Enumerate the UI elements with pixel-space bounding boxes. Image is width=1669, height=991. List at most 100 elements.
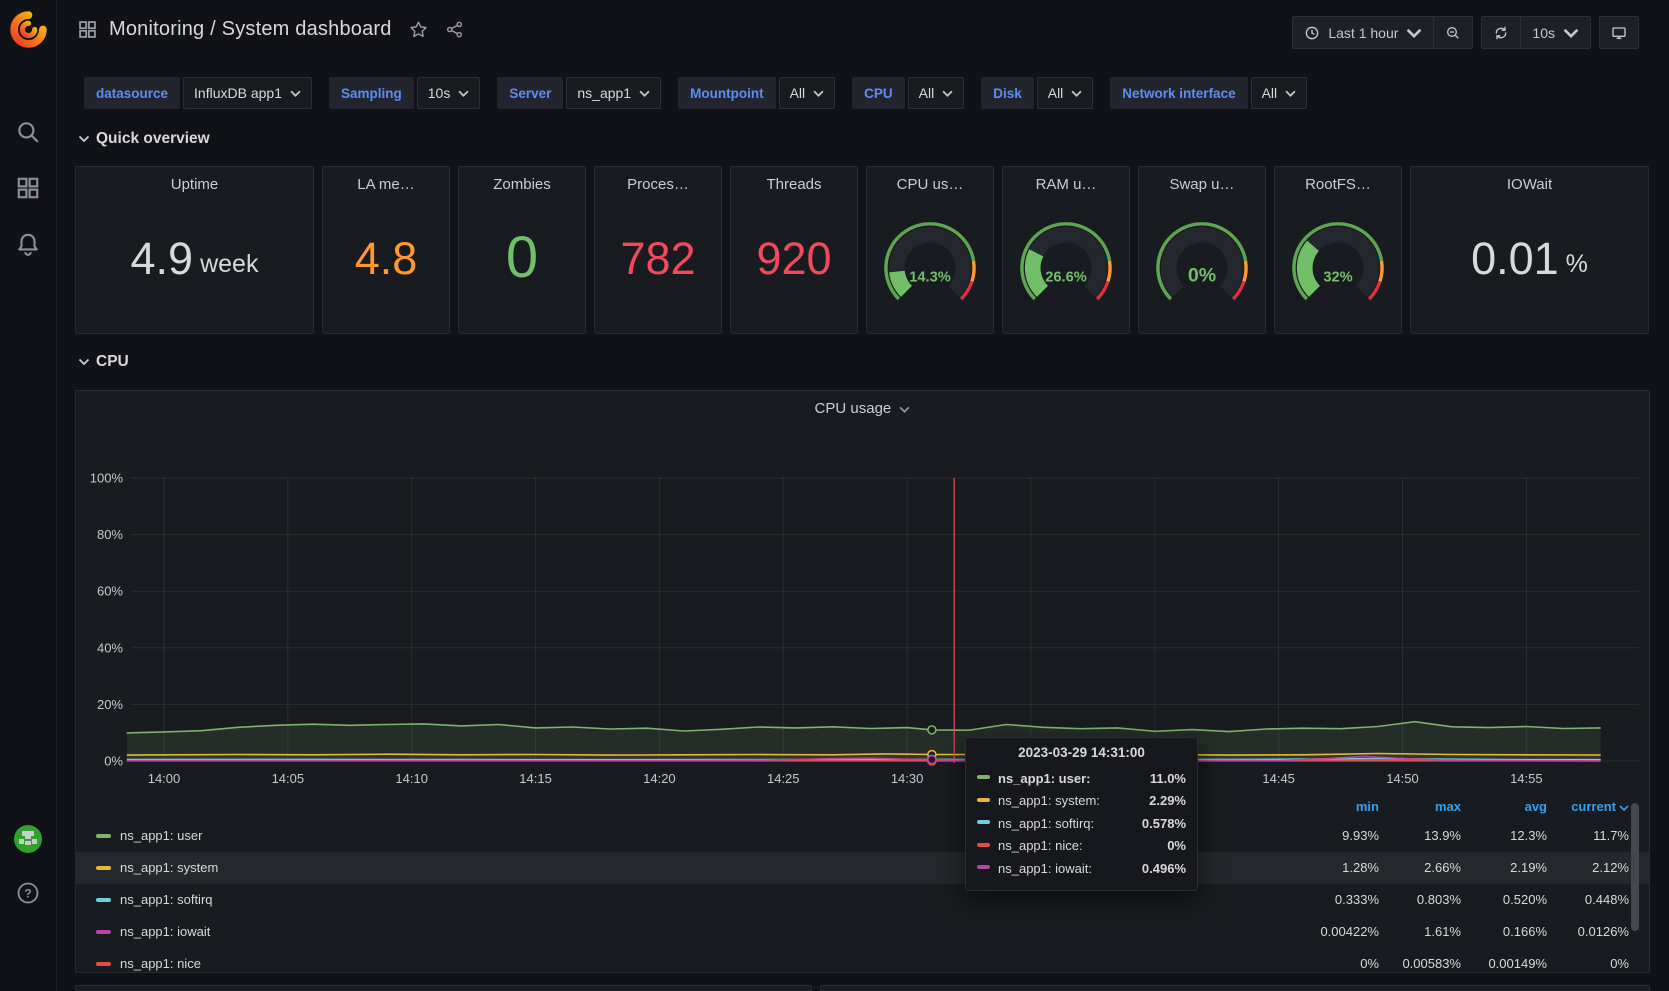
panel-partial-left <box>75 985 812 991</box>
legend-header-min[interactable]: min <box>1289 794 1379 820</box>
panel-rootfs-used: RootFS… 32% <box>1274 166 1402 334</box>
svg-text:14:10: 14:10 <box>395 771 428 786</box>
panel-iowait: IOWait 0.01% <box>1410 166 1649 334</box>
panel-title[interactable]: CPU us… <box>867 167 993 193</box>
panel-title[interactable]: Uptime <box>76 167 313 193</box>
legend-series-softirq[interactable]: ns_app1: softirq <box>96 892 213 907</box>
variable-label-disk: Disk <box>981 77 1034 109</box>
svg-text:14:45: 14:45 <box>1262 771 1295 786</box>
series-color-swatch <box>977 775 990 779</box>
svg-text:?: ? <box>24 887 31 901</box>
legend-max: 13.9% <box>1361 820 1461 852</box>
section-cpu[interactable]: CPU <box>78 353 129 371</box>
legend-row: ns_app1: user 9.93% 13.9% 12.3% 11.7% <box>76 820 1649 852</box>
legend-scrollbar[interactable] <box>1631 803 1639 931</box>
series-color-swatch <box>96 930 111 934</box>
cpu-usage-chart[interactable]: 0%20%40%60%80%100%14:0014:0514:1014:1514… <box>76 391 1649 791</box>
legend-series-system[interactable]: ns_app1: system <box>96 860 218 875</box>
svg-text:14:55: 14:55 <box>1510 771 1543 786</box>
legend-current: 0.448% <box>1529 884 1629 916</box>
dashboards-icon[interactable] <box>15 175 41 201</box>
panel-processes: Proces… 782 <box>594 166 722 334</box>
series-color-swatch <box>977 820 990 824</box>
variable-label-datasource: datasource <box>84 77 180 109</box>
tv-mode-button[interactable] <box>1600 17 1638 48</box>
stat-value: 0.01 <box>1471 236 1559 281</box>
series-color-swatch <box>977 865 990 869</box>
time-range-picker[interactable]: Last 1 hour <box>1293 17 1433 48</box>
panel-title[interactable]: Zombies <box>459 167 585 193</box>
variable-value-cpu[interactable]: All <box>908 77 965 109</box>
legend-header: min max avg current <box>76 794 1649 820</box>
panel-ram-used: RAM u… 26.6% <box>1002 166 1130 334</box>
star-icon[interactable] <box>409 20 428 39</box>
legend-header-max[interactable]: max <box>1371 794 1461 820</box>
variable-value-server[interactable]: ns_app1 <box>566 77 661 109</box>
chevron-down-icon <box>458 90 469 97</box>
tooltip-row: ns_app1: user:11.0% <box>977 767 1186 790</box>
variable-value-datasource[interactable]: InfluxDB app1 <box>183 77 312 109</box>
variable-selected: All <box>1262 85 1278 101</box>
chevron-down-icon <box>1563 25 1579 41</box>
svg-text:60%: 60% <box>97 584 123 599</box>
panel-title[interactable]: RAM u… <box>1003 167 1129 193</box>
variable-value-disk[interactable]: All <box>1037 77 1094 109</box>
variable-value-sampling[interactable]: 10s <box>417 77 481 109</box>
chart-legend: min max avg current ns_app1: user 9.93% … <box>76 794 1649 973</box>
section-quick-overview[interactable]: Quick overview <box>78 130 210 148</box>
variable-selected: All <box>1048 85 1064 101</box>
gauge: 26.6% <box>1003 193 1129 333</box>
search-icon[interactable] <box>15 119 41 145</box>
gauge: 32% <box>1275 193 1401 333</box>
panel-title[interactable]: LA me… <box>323 167 449 193</box>
monitor-icon <box>1611 25 1627 41</box>
legend-max: 0.00583% <box>1361 948 1461 973</box>
panel-cpu-used: CPU us… 14.3% <box>866 166 994 334</box>
legend-series-nice[interactable]: ns_app1: nice <box>96 956 201 971</box>
alerting-bell-icon[interactable] <box>15 231 41 257</box>
panel-title[interactable]: IOWait <box>1411 167 1648 193</box>
avatar[interactable] <box>13 824 43 854</box>
panel-title[interactable]: Proces… <box>595 167 721 193</box>
page-title: Monitoring / System dashboard <box>109 18 392 41</box>
refresh-button[interactable] <box>1482 17 1520 48</box>
grafana-logo-icon[interactable] <box>10 11 47 48</box>
stat-value: 0 <box>506 229 538 287</box>
refresh-interval-picker[interactable]: 10s <box>1520 17 1590 48</box>
variable-label-sampling: Sampling <box>329 77 414 109</box>
variable-selected: ns_app1 <box>577 85 631 101</box>
tooltip-row: ns_app1: system:2.29% <box>977 790 1186 813</box>
panel-title[interactable]: Swap u… <box>1139 167 1265 193</box>
panel-title[interactable]: Threads <box>731 167 857 193</box>
svg-text:40%: 40% <box>97 640 123 655</box>
legend-header-current[interactable]: current <box>1519 794 1629 820</box>
legend-max: 0.803% <box>1361 884 1461 916</box>
chevron-down-icon <box>290 90 301 97</box>
stat-suffix: week <box>200 240 258 277</box>
series-color-swatch <box>96 866 111 870</box>
panel-title[interactable]: RootFS… <box>1275 167 1401 193</box>
toolbar: Last 1 hour 10s <box>1292 16 1639 49</box>
chevron-down-icon <box>78 135 90 143</box>
variable-value-mountpoint[interactable]: All <box>779 77 836 109</box>
legend-max: 1.61% <box>1361 916 1461 948</box>
chevron-down-icon <box>942 90 953 97</box>
legend-series-iowait[interactable]: ns_app1: iowait <box>96 924 210 939</box>
chevron-down-icon <box>1071 90 1082 97</box>
stat-value: 4.8 <box>355 236 418 281</box>
help-icon[interactable]: ? <box>16 881 40 905</box>
variable-value-network-interface[interactable]: All <box>1251 77 1308 109</box>
share-icon[interactable] <box>445 20 464 39</box>
legend-max: 2.66% <box>1361 852 1461 884</box>
chevron-down-icon <box>1285 90 1296 97</box>
variable-label-network-interface: Network interface <box>1110 77 1247 109</box>
svg-text:14.3%: 14.3% <box>909 270 951 286</box>
chevron-down-icon <box>1406 25 1422 41</box>
legend-series-user[interactable]: ns_app1: user <box>96 828 202 843</box>
refresh-icon <box>1493 25 1509 41</box>
variable-selected: InfluxDB app1 <box>194 85 282 101</box>
clock-icon <box>1304 25 1320 41</box>
tooltip-row: ns_app1: softirq:0.578% <box>977 812 1186 835</box>
variable-label-server: Server <box>497 77 563 109</box>
zoom-out-button[interactable] <box>1433 17 1472 48</box>
